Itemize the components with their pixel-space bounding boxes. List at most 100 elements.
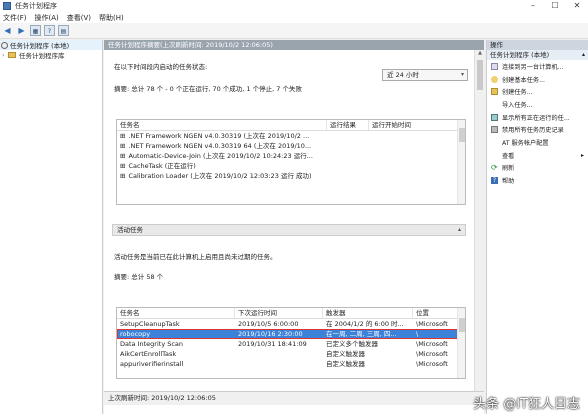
column-task-name[interactable]: 任务名 bbox=[117, 308, 235, 318]
last-refresh-status: 上次刷新时间: 2019/10/2 12:06:05 bbox=[104, 391, 484, 405]
view-icon bbox=[491, 152, 498, 159]
forward-arrow-icon[interactable]: ▶ bbox=[16, 25, 27, 36]
action-import-task[interactable]: 导入任务... bbox=[487, 98, 588, 111]
menu-view[interactable]: 查看(V) bbox=[67, 13, 91, 23]
table-row[interactable]: appuriverifierinstall 自定义触发器 \Microsoft bbox=[117, 359, 465, 369]
expand-plus-icon[interactable]: ⊞ bbox=[117, 141, 125, 151]
active-tasks-bar[interactable]: 活动任务 ▴ bbox=[112, 224, 466, 236]
cell-next-run bbox=[235, 349, 323, 359]
task-scheduler-app-icon bbox=[3, 2, 11, 10]
summary-header: 任务计划程序摘要(上次刷新时间: 2019/10/2 12:06:05) bbox=[104, 40, 484, 50]
tree-row[interactable]: ⊞ .NET Framework NGEN v4.0.30319 64 (上次在 … bbox=[117, 141, 465, 151]
at-service-icon bbox=[491, 139, 498, 146]
action-label: 禁用所有任务历史记录 bbox=[502, 127, 564, 135]
grid-scrollbar[interactable] bbox=[457, 308, 465, 378]
row-label: CacheTask (正在运行) bbox=[128, 162, 196, 170]
scroll-up-icon[interactable]: ▲ bbox=[475, 50, 485, 58]
chevron-down-icon[interactable]: ▾ bbox=[461, 70, 464, 80]
action-at-service-config[interactable]: AT 服务帐户配置 bbox=[487, 136, 588, 149]
cell-name: AikCertEnrollTask bbox=[120, 350, 177, 358]
help-icon: ? bbox=[491, 177, 498, 185]
status-summary: 摘要: 总计 78 个 - 0 个正在运行, 70 个成功, 1 个停止, 7 … bbox=[114, 85, 302, 93]
cell-name: appuriverifierinstall bbox=[120, 360, 184, 368]
menu-bar: 文件(F) 操作(A) 查看(V) 帮助(H) bbox=[0, 12, 588, 23]
menu-file[interactable]: 文件(F) bbox=[3, 13, 27, 23]
menu-action[interactable]: 操作(A) bbox=[35, 13, 59, 23]
wizard-icon bbox=[491, 75, 498, 83]
tree-row[interactable]: ⊞ .NET Framework NGEN v4.0.30319 (上次在 201… bbox=[117, 131, 465, 141]
actions-subheader[interactable]: 任务计划程序 (本地) ▴ bbox=[487, 50, 588, 60]
action-disable-history[interactable]: 禁用所有任务历史记录 bbox=[487, 123, 588, 136]
chevron-up-icon[interactable]: ▴ bbox=[582, 50, 585, 60]
import-icon bbox=[491, 101, 498, 108]
watermark-text: 头条 @IT狂人日志 bbox=[473, 397, 580, 412]
show-hide-console-tree-icon[interactable]: ▦ bbox=[30, 25, 41, 36]
action-label: 查看 bbox=[502, 152, 515, 160]
tree-row[interactable]: ⊞ Calibration Loader (上次在 2019/10/2 12:03… bbox=[117, 171, 465, 181]
actions-pane: 操作 任务计划程序 (本地) ▴ 连接到另一台计算机... 创建基本任务... … bbox=[486, 40, 588, 414]
action-create-task[interactable]: 创建任务... bbox=[487, 85, 588, 98]
summary-scrollbar[interactable]: ▲ ▼ bbox=[474, 50, 484, 402]
column-run-start[interactable]: 运行开始时间 bbox=[369, 120, 459, 130]
scroll-thumb[interactable] bbox=[459, 128, 465, 142]
action-connect-computer[interactable]: 连接到另一台计算机... bbox=[487, 60, 588, 73]
cell-trigger: 自定义触发器 bbox=[326, 360, 365, 368]
action-view[interactable]: 查看 ▸ bbox=[487, 149, 588, 162]
grid-scrollbar[interactable] bbox=[457, 120, 465, 204]
column-location[interactable]: 位置 bbox=[413, 308, 459, 318]
grid-header: 任务名 运行结果 运行开始时间 bbox=[117, 120, 465, 131]
expand-plus-icon[interactable]: ⊞ bbox=[117, 161, 125, 171]
active-tasks-summary: 摘要: 总计 58 个 bbox=[114, 273, 164, 281]
tree-row[interactable]: ⊞ CacheTask (正在运行) bbox=[117, 161, 465, 171]
column-trigger[interactable]: 触发器 bbox=[323, 308, 413, 318]
row-label: Automatic-Device-Join (上次在 2019/10/2 10:… bbox=[128, 152, 313, 160]
expand-plus-icon[interactable]: ⊞ bbox=[117, 131, 125, 141]
back-arrow-icon[interactable]: ◀ bbox=[2, 25, 13, 36]
expand-plus-icon[interactable]: ⊞ bbox=[117, 151, 125, 161]
submenu-arrow-icon[interactable]: ▸ bbox=[581, 152, 584, 159]
new-task-icon bbox=[491, 88, 498, 96]
summary-content: 在以下时间段内启动的任务状态: 近 24 小时 ▾ 摘要: 总计 78 个 - … bbox=[108, 51, 472, 400]
cell-trigger: 在一周, 二周, 三周, 四... bbox=[326, 330, 397, 338]
row-label: .NET Framework NGEN v4.0.30319 (上次在 2019… bbox=[128, 132, 310, 140]
show-action-pane-icon[interactable]: ▤ bbox=[58, 25, 69, 36]
cell-name: SetupCleanupTask bbox=[120, 320, 180, 328]
row-label: .NET Framework NGEN v4.0.30319 64 (上次在 2… bbox=[128, 142, 312, 150]
cell-name: robocopy bbox=[120, 330, 151, 338]
action-label: 刷新 bbox=[502, 165, 515, 173]
title-bar: 任务计划程序 – ☐ ✕ bbox=[0, 0, 588, 12]
cell-next-run: 2019/10/31 18:41:09 bbox=[238, 340, 307, 348]
table-row[interactable]: SetupCleanupTask 2019/10/5 6:00:00 在 200… bbox=[117, 319, 465, 329]
column-task-name[interactable]: 任务名 bbox=[117, 120, 327, 130]
action-show-running-tasks[interactable]: 显示所有正在运行的任... bbox=[487, 111, 588, 124]
computer-icon bbox=[491, 62, 498, 70]
scroll-thumb[interactable] bbox=[459, 318, 465, 332]
action-refresh[interactable]: ⟳ 刷新 bbox=[487, 162, 588, 175]
table-row[interactable]: Data Integrity Scan 2019/10/31 18:41:09 … bbox=[117, 339, 465, 349]
menu-help[interactable]: 帮助(H) bbox=[99, 13, 124, 23]
help-icon[interactable]: ? bbox=[44, 25, 55, 36]
actions-subheader-label: 任务计划程序 (本地) bbox=[490, 51, 550, 59]
tree-item-task-scheduler-local[interactable]: 任务计划程序 (本地) bbox=[0, 40, 102, 50]
table-row[interactable]: AikCertEnrollTask 自定义触发器 \Microsoft bbox=[117, 349, 465, 359]
column-next-run[interactable]: 下次运行时间 bbox=[235, 308, 323, 318]
active-tasks-grid: 任务名 下次运行时间 触发器 位置 SetupCleanupTask 2019/… bbox=[116, 307, 466, 379]
chevron-up-icon[interactable]: ▴ bbox=[458, 225, 461, 235]
minimize-icon[interactable]: – bbox=[522, 0, 544, 12]
cell-location: \Microsoft bbox=[416, 350, 448, 358]
close-icon[interactable]: ✕ bbox=[566, 0, 588, 12]
column-run-result[interactable]: 运行结果 bbox=[327, 120, 369, 130]
period-select[interactable]: 近 24 小时 ▾ bbox=[382, 69, 468, 81]
cell-next-run: 2019/10/16 2:30:00 bbox=[238, 330, 303, 338]
action-create-basic-task[interactable]: 创建基本任务... bbox=[487, 73, 588, 86]
action-help[interactable]: ? 帮助 bbox=[487, 174, 588, 187]
expand-plus-icon[interactable]: ⊞ bbox=[117, 171, 125, 181]
tree-row[interactable]: ⊞ Automatic-Device-Join (上次在 2019/10/2 10… bbox=[117, 151, 465, 161]
maximize-icon[interactable]: ☐ bbox=[544, 0, 566, 12]
table-row-selected[interactable]: robocopy 2019/10/16 2:30:00 在一周, 二周, 三周,… bbox=[117, 329, 465, 339]
cell-next-run bbox=[235, 359, 323, 369]
tree-item-task-scheduler-library[interactable]: › 任务计划程序库 bbox=[0, 50, 102, 61]
cell-name: Data Integrity Scan bbox=[120, 340, 184, 348]
task-status-label: 在以下时间段内启动的任务状态: bbox=[114, 63, 208, 71]
scroll-thumb[interactable] bbox=[477, 60, 483, 90]
